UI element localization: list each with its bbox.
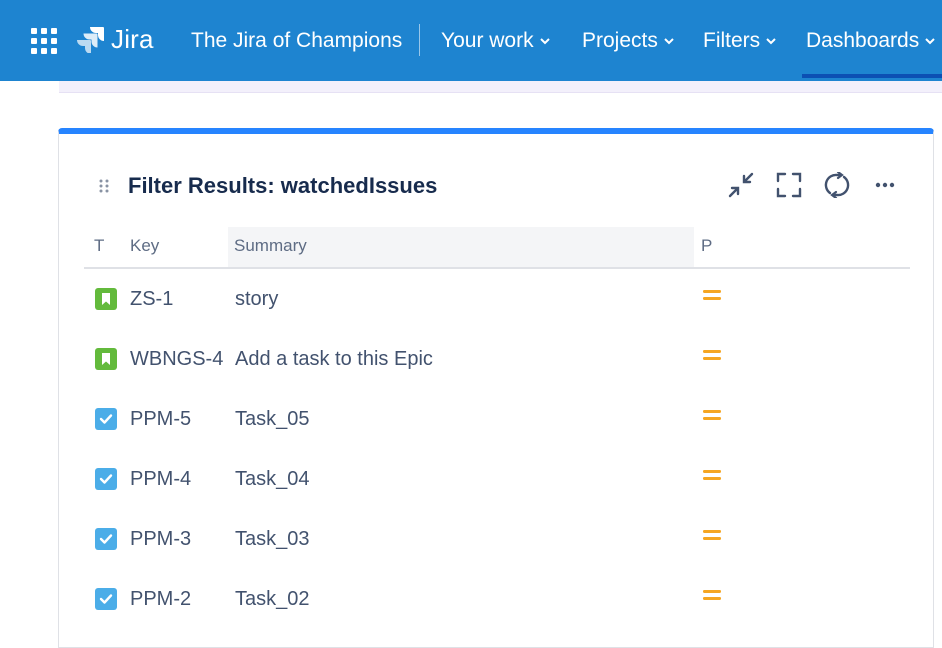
priority-medium-icon (703, 530, 721, 540)
issue-key-link[interactable]: PPM-2 (130, 569, 191, 629)
priority-medium-icon (703, 350, 721, 360)
table-row[interactable]: ZS-1 story (84, 269, 910, 329)
nav-projects[interactable]: Projects (582, 29, 675, 53)
issue-key-link[interactable]: PPM-4 (130, 449, 191, 509)
more-actions-button[interactable] (870, 170, 900, 200)
site-title[interactable]: The Jira of Champions (191, 29, 402, 53)
issues-table: T Key Summary P ZS-1 story WBNGS-4 Add a ta… (84, 227, 910, 629)
priority-medium-icon (703, 470, 721, 480)
priority (703, 329, 723, 389)
jira-logo-icon (77, 27, 104, 53)
issue-key-link[interactable]: ZS-1 (130, 269, 173, 329)
nav-dashboards[interactable]: Dashboards (801, 29, 942, 78)
issue-type (95, 509, 117, 569)
nav-filters[interactable]: Filters (703, 29, 777, 53)
gadget-actions (726, 170, 918, 200)
priority (703, 569, 723, 629)
gadget-title: Filter Results: watchedIssues (128, 173, 438, 198)
issue-summary-link[interactable]: Task_04 (235, 449, 310, 509)
jira-logo[interactable]: Jira (76, 24, 154, 54)
table-row[interactable]: PPM-4 Task_04 (84, 449, 910, 509)
priority (703, 269, 723, 329)
top-navigation: Jira The Jira of Champions Your work Pro… (0, 0, 942, 81)
chevron-down-icon (925, 38, 935, 45)
story-icon (95, 348, 117, 370)
issue-key-link[interactable]: WBNGS-4 (130, 329, 223, 389)
nav-dashboards-label: Dashboards (806, 29, 920, 52)
issue-type (95, 269, 117, 329)
column-header-key[interactable]: Key (130, 227, 159, 267)
task-icon (95, 408, 117, 430)
drag-handle-icon[interactable] (98, 178, 110, 194)
chevron-down-icon (539, 38, 550, 45)
column-header-summary[interactable]: Summary (228, 227, 694, 267)
task-icon (95, 528, 117, 550)
table-row[interactable]: WBNGS-4 Add a task to this Epic (84, 329, 910, 389)
refresh-icon (824, 172, 850, 198)
priority (703, 389, 723, 449)
task-icon (95, 468, 117, 490)
issue-type (95, 329, 117, 389)
issue-type (95, 569, 117, 629)
priority (703, 509, 723, 569)
chevron-down-icon (664, 38, 674, 45)
nav-your-work-label: Your work (441, 29, 534, 52)
issue-key-link[interactable]: PPM-5 (130, 389, 191, 449)
table-header: T Key Summary P (84, 227, 910, 269)
issue-summary-link[interactable]: Add a task to this Epic (235, 329, 433, 389)
nav-projects-label: Projects (582, 29, 658, 52)
issue-type (95, 389, 117, 449)
issue-summary-link[interactable]: Task_05 (235, 389, 310, 449)
issue-key-link[interactable]: PPM-3 (130, 509, 191, 569)
table-body: ZS-1 story WBNGS-4 Add a task to this Epic P… (84, 269, 910, 629)
refresh-button[interactable] (822, 170, 852, 200)
filter-results-gadget: Filter Results: watchedIssues T Key Summ… (58, 128, 934, 648)
issue-summary-link[interactable]: Task_03 (235, 509, 310, 569)
nav-filters-label: Filters (703, 29, 761, 52)
minimize-button[interactable] (726, 170, 756, 200)
more-icon (875, 182, 895, 188)
issue-type (95, 449, 117, 509)
dashboard-toolbar-strip (59, 81, 942, 93)
table-row[interactable]: PPM-2 Task_02 (84, 569, 910, 629)
table-row[interactable]: PPM-3 Task_03 (84, 509, 910, 569)
task-icon (95, 588, 117, 610)
chevron-down-icon (766, 38, 776, 45)
priority-medium-icon (703, 590, 721, 600)
table-row[interactable]: PPM-5 Task_05 (84, 389, 910, 449)
nav-divider (419, 24, 420, 56)
priority (703, 449, 723, 509)
issue-summary-link[interactable]: story (235, 269, 278, 329)
nav-your-work[interactable]: Your work (441, 29, 551, 53)
fullscreen-button[interactable] (774, 170, 804, 200)
priority-medium-icon (703, 410, 721, 420)
column-header-priority[interactable]: P (701, 227, 712, 267)
fullscreen-icon (776, 172, 802, 198)
priority-medium-icon (703, 290, 721, 300)
issue-summary-link[interactable]: Task_02 (235, 569, 310, 629)
column-header-type[interactable]: T (94, 227, 104, 267)
brand-name: Jira (111, 23, 154, 54)
app-switcher-icon[interactable] (31, 28, 57, 54)
minimize-icon (728, 172, 754, 198)
story-icon (95, 288, 117, 310)
